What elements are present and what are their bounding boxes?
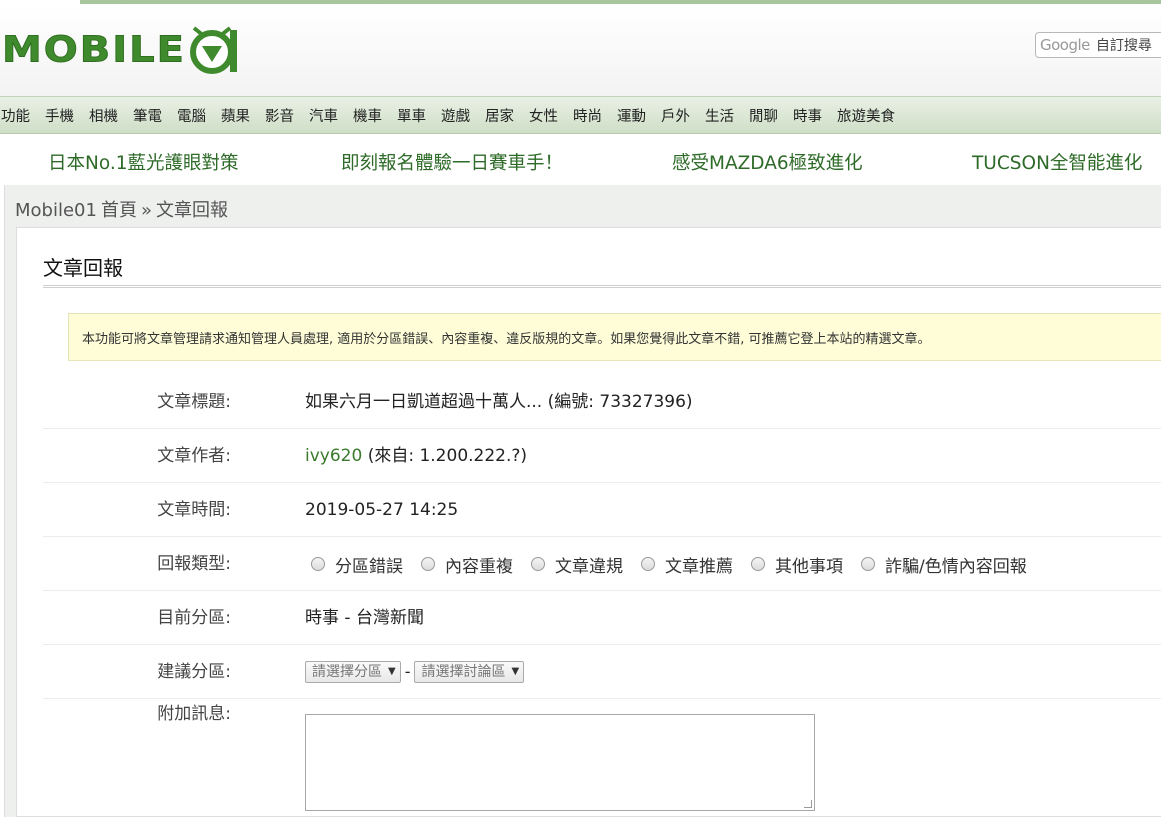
report-type-option[interactable]: 詐騙/色情內容回報	[861, 552, 1027, 577]
radio-button[interactable]	[861, 557, 875, 571]
suggest-section-controls: 請選擇分區 ▼ - 請選擇討論區 ▼	[305, 645, 525, 699]
article-time-label: 文章時間:	[157, 500, 231, 520]
row-article-title: 文章標題: 如果六月一日凱道超過十萬人... (編號: 73327396)	[43, 375, 1161, 429]
radio-button[interactable]	[641, 557, 655, 571]
message-label: 附加訊息:	[157, 704, 231, 724]
nav-item-women[interactable]: 女性	[529, 105, 558, 126]
breadcrumb-site-link[interactable]: Mobile01	[15, 200, 97, 221]
page-title: 文章回報	[43, 256, 123, 280]
site-logo[interactable]: MOBILE	[2, 20, 242, 80]
nav-item-bicycles[interactable]: 單車	[397, 105, 426, 126]
google-label: Google	[1040, 36, 1090, 54]
row-article-author: 文章作者: ivy620 (來自: 1.200.222.?)	[43, 429, 1161, 483]
article-title-label: 文章標題:	[157, 392, 231, 412]
nav-item-chat[interactable]: 閒聊	[749, 105, 778, 126]
info-notice: 本功能可將文章管理請求通知管理人員處理, 適用於分區錯誤、內容重複、違反版規的文…	[68, 313, 1161, 361]
nav-item-phones[interactable]: 手機	[45, 105, 74, 126]
promo-link[interactable]: 即刻報名體驗一日賽車手！	[341, 149, 563, 175]
nav-item-games[interactable]: 遊戲	[441, 105, 470, 126]
title-divider	[43, 285, 1161, 288]
select-separator: -	[404, 662, 411, 681]
row-article-time: 文章時間: 2019-05-27 14:25	[43, 483, 1161, 537]
board-select[interactable]: 請選擇討論區 ▼	[414, 661, 525, 683]
article-title-value: 如果六月一日凱道超過十萬人... (編號: 73327396)	[305, 392, 693, 412]
nav-item-fashion[interactable]: 時尚	[573, 105, 602, 126]
report-type-label: 回報類型:	[157, 554, 231, 574]
nav-item-news[interactable]: 時事	[793, 105, 822, 126]
nav-item-sports[interactable]: 運動	[617, 105, 646, 126]
row-report-type: 回報類型: 分區錯誤 內容重複 文章違規 文章推薦 其他事項 詐騙/色情內容回報	[43, 537, 1161, 591]
nav-item-laptops[interactable]: 筆電	[133, 105, 162, 126]
report-type-option[interactable]: 文章違規	[531, 552, 623, 577]
nav-item-travel-food[interactable]: 旅遊美食	[837, 105, 895, 126]
promo-bar: 日本No.1藍光護眼對策 即刻報名體驗一日賽車手！ 感受MAZDA6極致進化 T…	[0, 135, 1161, 185]
radio-button[interactable]	[421, 557, 435, 571]
nav-item-life[interactable]: 生活	[705, 105, 734, 126]
nav-item-apple[interactable]: 蘋果	[221, 105, 250, 126]
nav-item-features[interactable]: 功能	[1, 105, 30, 126]
site-search-input[interactable]: Google 自訂搜尋	[1035, 32, 1161, 58]
nav-item-outdoor[interactable]: 戶外	[661, 105, 690, 126]
article-time-value: 2019-05-27 14:25	[305, 500, 459, 520]
row-suggest-section: 建議分區: 請選擇分區 ▼ - 請選擇討論區 ▼	[43, 645, 1161, 699]
chevron-down-icon: ▼	[511, 666, 520, 677]
report-type-option[interactable]: 文章推薦	[641, 552, 733, 577]
breadcrumb-home-link[interactable]: 首頁	[101, 200, 137, 221]
report-type-option[interactable]: 分區錯誤	[311, 552, 403, 577]
nav-item-computers[interactable]: 電腦	[177, 105, 206, 126]
resize-grip-icon[interactable]	[804, 800, 812, 808]
nav-item-home[interactable]: 居家	[485, 105, 514, 126]
report-type-option[interactable]: 其他事項	[751, 552, 843, 577]
suggest-section-label: 建議分區:	[157, 662, 231, 682]
radio-button[interactable]	[311, 557, 325, 571]
main-nav: 功能 手機 相機 筆電 電腦 蘋果 影音 汽車 機車 單車 遊戲 居家 女性 時…	[0, 96, 1161, 134]
article-author-value: ivy620 (來自: 1.200.222.?)	[305, 429, 527, 483]
current-section-value: 時事 - 台灣新聞	[305, 608, 424, 628]
custom-search-label: 自訂搜尋	[1095, 38, 1152, 54]
site-header: MOBILE Google 自訂搜尋	[0, 4, 1161, 96]
radio-label[interactable]: 其他事項	[775, 552, 843, 577]
radio-label[interactable]: 分區錯誤	[335, 552, 403, 577]
forum-select[interactable]: 請選擇分區 ▼	[305, 661, 401, 683]
breadcrumb: Mobile01 首頁» 文章回報	[15, 196, 232, 222]
promo-link[interactable]: 感受MAZDA6極致進化	[672, 149, 863, 175]
row-current-section: 目前分區: 時事 - 台灣新聞	[43, 591, 1161, 645]
radio-label[interactable]: 文章違規	[555, 552, 623, 577]
nav-item-av[interactable]: 影音	[265, 105, 294, 126]
breadcrumb-separator: »	[140, 200, 152, 221]
logo-badge-icon	[190, 26, 237, 74]
promo-link[interactable]: TUCSON全智能進化	[972, 149, 1142, 175]
chevron-down-icon: ▼	[388, 666, 396, 677]
report-type-radio-group: 分區錯誤 內容重複 文章違規 文章推薦 其他事項 詐騙/色情內容回報	[311, 537, 1045, 591]
article-author-label: 文章作者:	[157, 446, 231, 466]
author-ip: (來自: 1.200.222.?)	[362, 446, 528, 466]
forum-select-value: 請選擇分區	[312, 664, 382, 680]
author-link[interactable]: ivy620	[305, 446, 362, 466]
current-section-label: 目前分區:	[157, 608, 231, 628]
board-select-value: 請選擇討論區	[421, 664, 506, 680]
report-panel: 文章回報 本功能可將文章管理請求通知管理人員處理, 適用於分區錯誤、內容重複、違…	[16, 227, 1161, 817]
breadcrumb-current: 文章回報	[155, 200, 228, 221]
radio-label[interactable]: 內容重複	[445, 552, 513, 577]
radio-button[interactable]	[531, 557, 545, 571]
nav-item-motorcycles[interactable]: 機車	[353, 105, 382, 126]
message-textarea[interactable]	[305, 714, 815, 811]
nav-item-cars[interactable]: 汽車	[309, 105, 338, 126]
radio-button[interactable]	[751, 557, 765, 571]
promo-link[interactable]: 日本No.1藍光護眼對策	[48, 149, 238, 175]
nav-item-cameras[interactable]: 相機	[89, 105, 118, 126]
radio-label[interactable]: 文章推薦	[665, 552, 733, 577]
radio-label[interactable]: 詐騙/色情內容回報	[885, 552, 1027, 577]
logo-wordmark: MOBILE	[2, 29, 186, 71]
page: MOBILE Google 自訂搜尋 功能 手機 相機 筆電 電腦 蘋果 影音 …	[0, 0, 1161, 817]
report-type-option[interactable]: 內容重複	[421, 552, 513, 577]
